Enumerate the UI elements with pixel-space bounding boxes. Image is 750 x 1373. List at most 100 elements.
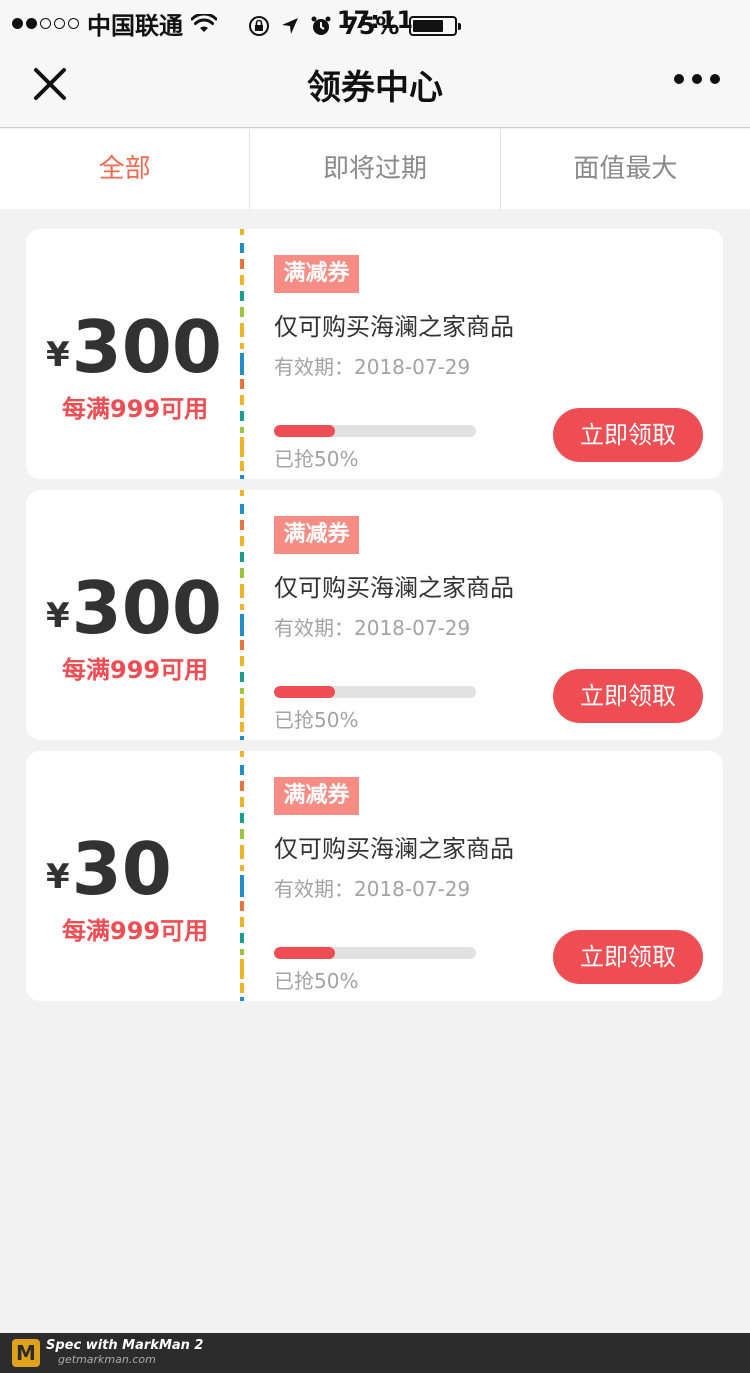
rotation-lock-icon <box>249 16 269 36</box>
claim-progress-fill <box>274 947 335 959</box>
divider-dash <box>240 353 244 375</box>
expiry-date: 有效期：2018-07-29 <box>274 877 471 901</box>
more-icon[interactable] <box>674 74 720 84</box>
coupon-value-section: ¥ 300 每满999可用 <box>26 229 241 479</box>
markman-logo: M <box>12 1339 40 1367</box>
divider-dash <box>240 781 244 791</box>
divider-dash <box>240 411 244 421</box>
divider-dash <box>240 865 244 871</box>
amount-value: 30 <box>71 827 172 911</box>
divider-dash <box>240 875 244 897</box>
coupon-value-section: ¥ 300 每满999可用 <box>26 490 241 740</box>
divider-dash <box>240 437 244 457</box>
claim-progress-fill <box>274 686 335 698</box>
divider-dash <box>240 698 244 718</box>
amount-value: 300 <box>71 305 222 389</box>
divider-dash <box>240 291 244 301</box>
page-title: 领券中心 <box>307 68 443 108</box>
coupon-amount: ¥ 300 <box>46 307 222 387</box>
divider-dash <box>240 520 244 530</box>
usage-condition: 每满999可用 <box>62 395 209 423</box>
claim-button[interactable]: 立即领取 <box>553 669 703 723</box>
divider-dash <box>240 552 244 562</box>
divider-dash <box>240 829 244 839</box>
divider-dash <box>240 765 244 775</box>
divider-dash <box>240 949 244 955</box>
divider-dash <box>240 614 244 636</box>
divider-dash <box>240 307 244 317</box>
claimed-percent: 已抢50% <box>274 708 359 732</box>
coupon-type-tag: 满减券 <box>274 777 359 815</box>
currency-symbol: ¥ <box>46 335 70 375</box>
tab-all[interactable]: 全部 <box>0 129 251 209</box>
currency-symbol: ¥ <box>46 596 70 636</box>
coupon-amount: ¥ 300 <box>46 568 222 648</box>
divider-dash <box>240 688 244 694</box>
claim-progress-bar <box>274 686 476 698</box>
divider-dash <box>240 933 244 943</box>
divider-dash <box>240 983 244 993</box>
divider-dash <box>240 997 244 1001</box>
divider-dash <box>240 395 244 405</box>
tab-expiring-soon[interactable]: 即将过期 <box>250 129 501 209</box>
expiry-date: 有效期：2018-07-29 <box>274 355 471 379</box>
dashed-divider <box>240 229 244 479</box>
divider-dash <box>240 959 244 979</box>
filter-tabs: 全部 即将过期 面值最大 <box>0 129 750 209</box>
battery-icon <box>409 16 462 36</box>
coupon-card: ¥ 30 每满999可用 满减券 仅可购买海澜之家商品 有效期：2018-07-… <box>26 751 723 1001</box>
dashed-divider <box>240 751 244 1001</box>
divider-dash <box>240 490 244 496</box>
claim-button[interactable]: 立即领取 <box>553 408 703 462</box>
divider-dash <box>240 475 244 479</box>
markman-footer: M Spec with MarkMan 2 getmarkman.com <box>0 1333 750 1373</box>
divider-dash <box>240 379 244 389</box>
coupon-card: ¥ 300 每满999可用 满减券 仅可购买海澜之家商品 有效期：2018-07… <box>26 490 723 740</box>
status-bar: 中国联通 17:11 75% <box>0 0 750 40</box>
divider-dash <box>240 568 244 578</box>
divider-dash <box>240 259 244 269</box>
divider-dash <box>240 813 244 823</box>
divider-dash <box>240 229 244 235</box>
dashed-divider <box>240 490 244 740</box>
battery-fill <box>413 20 444 32</box>
coupon-value-section: ¥ 30 每满999可用 <box>26 751 241 1001</box>
divider-dash <box>240 722 244 732</box>
alarm-icon <box>311 16 331 35</box>
claim-progress-bar <box>274 947 476 959</box>
location-icon <box>282 18 298 34</box>
divider-dash <box>240 604 244 610</box>
divider-dash <box>240 751 244 757</box>
claim-button[interactable]: 立即领取 <box>553 930 703 984</box>
divider-dash <box>240 672 244 682</box>
divider-dash <box>240 504 244 514</box>
coupon-amount: ¥ 30 <box>46 829 172 909</box>
amount-value: 300 <box>71 566 222 650</box>
currency-symbol: ¥ <box>46 857 70 897</box>
claimed-percent: 已抢50% <box>274 447 359 471</box>
coupon-description: 仅可购买海澜之家商品 <box>274 835 514 863</box>
markman-brand: Spec with MarkMan 2 <box>46 1338 204 1353</box>
divider-dash <box>240 584 244 598</box>
divider-dash <box>240 323 244 337</box>
divider-dash <box>240 917 244 927</box>
coupon-description: 仅可购买海澜之家商品 <box>274 313 514 341</box>
divider-dash <box>240 275 244 285</box>
divider-dash <box>240 640 244 650</box>
divider-dash <box>240 343 244 349</box>
divider-dash <box>240 845 244 859</box>
claimed-percent: 已抢50% <box>274 969 359 993</box>
divider-dash <box>240 656 244 666</box>
divider-dash <box>240 797 244 807</box>
tab-highest-value[interactable]: 面值最大 <box>501 129 750 209</box>
coupon-description: 仅可购买海澜之家商品 <box>274 574 514 602</box>
coupon-card: ¥ 300 每满999可用 满减券 仅可购买海澜之家商品 有效期：2018-07… <box>26 229 723 479</box>
claim-progress-bar <box>274 425 476 437</box>
markman-site: getmarkman.com <box>58 1353 156 1366</box>
divider-dash <box>240 461 244 471</box>
coupon-type-tag: 满减券 <box>274 255 359 293</box>
coupon-type-tag: 满减券 <box>274 516 359 554</box>
divider-dash <box>240 243 244 253</box>
divider-dash <box>240 736 244 740</box>
claim-progress-fill <box>274 425 335 437</box>
